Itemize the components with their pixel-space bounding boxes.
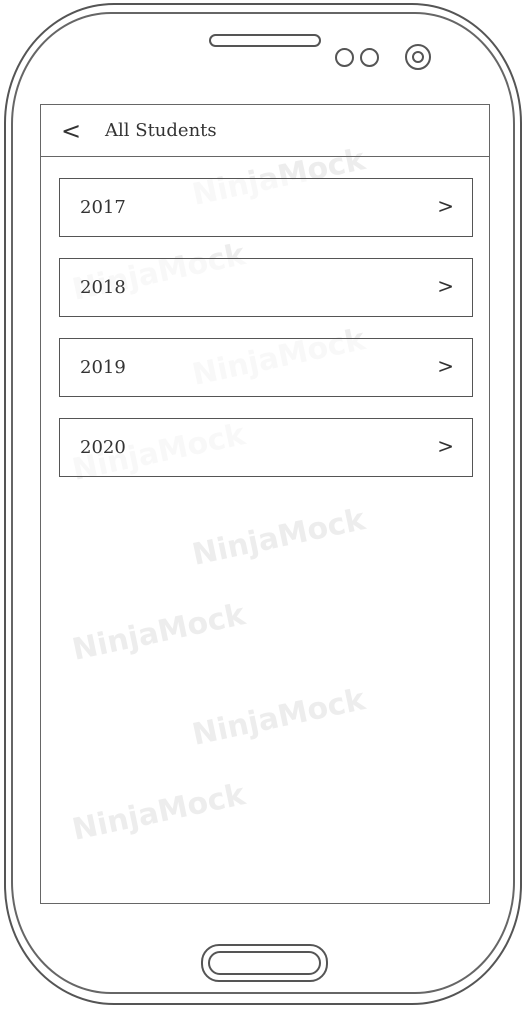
year-item-2017[interactable]: 2017 > xyxy=(59,178,473,237)
year-list: 2017 > 2018 > 2019 > 2020 > xyxy=(59,178,473,498)
app-header: < All Students xyxy=(41,105,489,157)
page-title: All Students xyxy=(105,120,217,141)
watermark: NinjaMock xyxy=(69,597,249,668)
year-label: 2019 xyxy=(80,357,126,378)
year-item-2019[interactable]: 2019 > xyxy=(59,338,473,397)
year-label: 2018 xyxy=(80,277,126,298)
year-item-2020[interactable]: 2020 > xyxy=(59,418,473,477)
chevron-right-icon: > xyxy=(437,194,454,218)
sensor-1 xyxy=(335,48,354,67)
year-label: 2020 xyxy=(80,437,126,458)
year-item-2018[interactable]: 2018 > xyxy=(59,258,473,317)
watermark: NinjaMock xyxy=(69,777,249,848)
app-screen: NinjaMock NinjaMock NinjaMock NinjaMock … xyxy=(40,104,490,904)
front-camera xyxy=(405,44,431,70)
watermark: NinjaMock xyxy=(189,682,369,753)
chevron-right-icon: > xyxy=(437,354,454,378)
sensor-2 xyxy=(360,48,379,67)
device-frame: NinjaMock NinjaMock NinjaMock NinjaMock … xyxy=(0,0,530,1010)
year-label: 2017 xyxy=(80,197,126,218)
speaker-grille xyxy=(209,34,321,47)
home-button[interactable] xyxy=(201,944,328,982)
back-icon[interactable]: < xyxy=(61,119,83,143)
chevron-right-icon: > xyxy=(437,434,454,458)
chevron-right-icon: > xyxy=(437,274,454,298)
watermark: NinjaMock xyxy=(189,502,369,573)
